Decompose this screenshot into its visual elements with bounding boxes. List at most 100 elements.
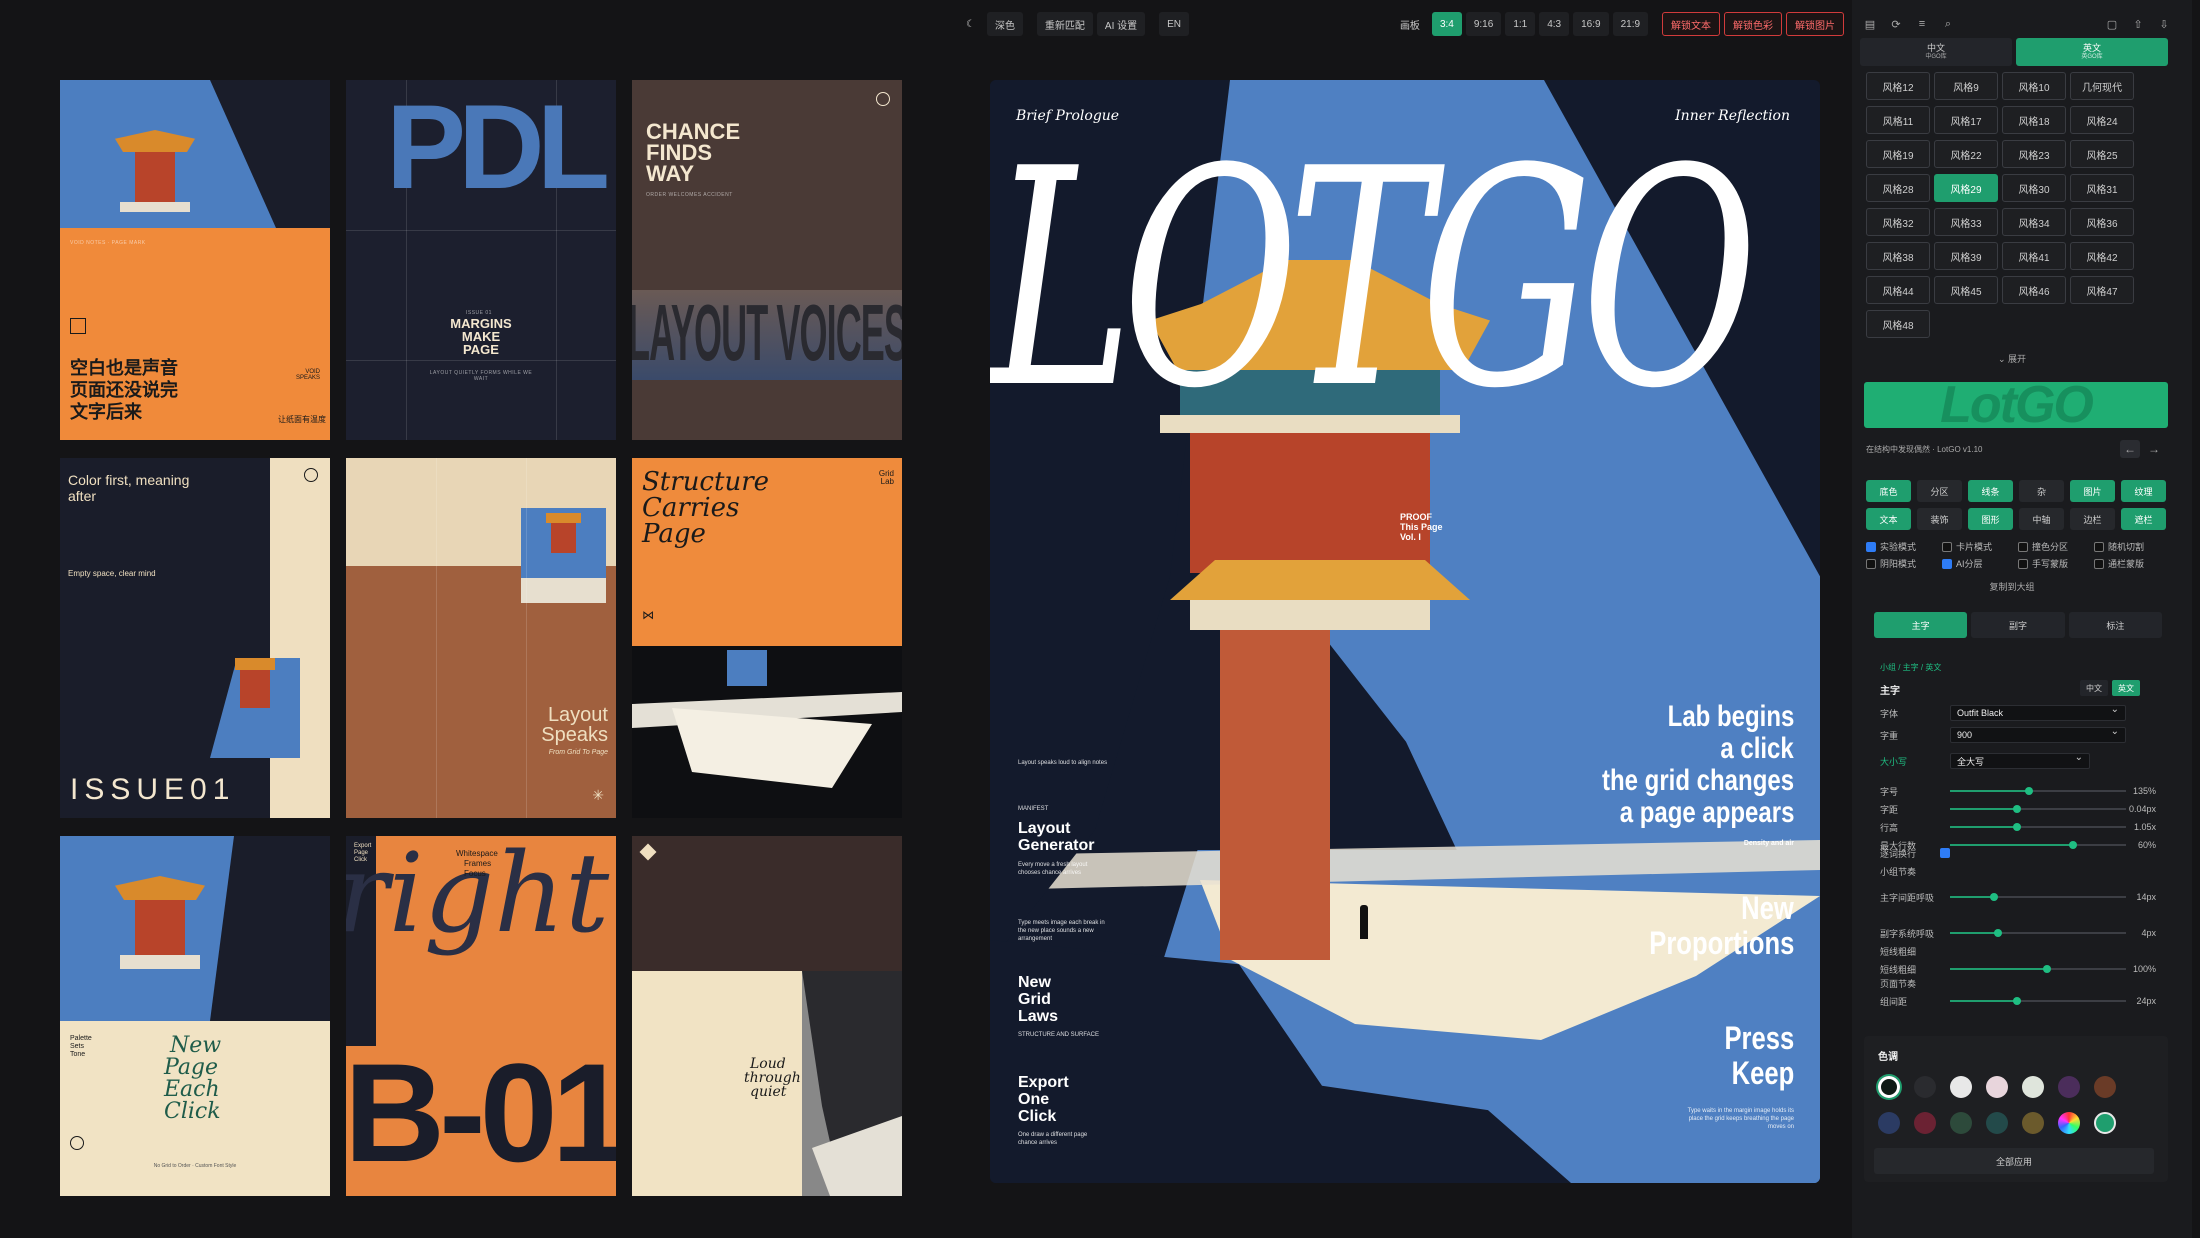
eyedropper-icon[interactable] bbox=[2094, 1112, 2116, 1134]
color-swatch[interactable] bbox=[2094, 1076, 2116, 1098]
expand-button[interactable]: ⌄ 展开 bbox=[1852, 352, 2172, 365]
file-icon[interactable]: ▢ bbox=[2102, 14, 2122, 34]
style-option[interactable]: 风格41 bbox=[2002, 242, 2066, 270]
layer-toggle[interactable]: 图形 bbox=[1968, 508, 2013, 530]
ratio-9-16[interactable]: 9:16 bbox=[1465, 12, 1502, 36]
slider-track[interactable] bbox=[1950, 823, 2126, 831]
style-option[interactable]: 风格48 bbox=[1866, 310, 1930, 338]
upload-icon[interactable]: ⇧ bbox=[2128, 14, 2148, 34]
apply-all-button[interactable]: 全部应用 bbox=[1874, 1148, 2154, 1174]
style-option[interactable]: 风格38 bbox=[1866, 242, 1930, 270]
mode-checkbox[interactable]: 撞色分区 bbox=[2018, 540, 2090, 553]
slider-track[interactable] bbox=[1950, 893, 2126, 901]
style-option[interactable]: 风格31 bbox=[2070, 174, 2134, 202]
weight-select[interactable]: 900 bbox=[1950, 726, 2126, 743]
slider-track[interactable] bbox=[1950, 805, 2126, 813]
tab-main-type[interactable]: 主字 bbox=[1874, 612, 1968, 638]
slider-knob[interactable] bbox=[2012, 823, 2021, 831]
color-swatch[interactable] bbox=[1878, 1112, 1900, 1134]
style-option[interactable]: 风格39 bbox=[1934, 242, 1998, 270]
menu-icon[interactable]: ≡ bbox=[1912, 14, 1932, 34]
ratio-16-9[interactable]: 16:9 bbox=[1573, 12, 1609, 36]
color-swatch[interactable] bbox=[1914, 1076, 1936, 1098]
mode-checkbox[interactable]: 卡片模式 bbox=[1942, 540, 2014, 553]
slider-knob[interactable] bbox=[1990, 893, 1998, 901]
next-arrow-icon[interactable]: → bbox=[2144, 440, 2164, 458]
color-swatch[interactable] bbox=[2022, 1112, 2044, 1134]
style-option[interactable]: 风格29 bbox=[1934, 174, 1998, 202]
ratio-21-9[interactable]: 21:9 bbox=[1612, 12, 1649, 36]
style-option[interactable]: 风格42 bbox=[2070, 242, 2134, 270]
layer-toggle[interactable]: 底色 bbox=[1866, 480, 1911, 502]
style-option[interactable]: 风格19 bbox=[1866, 140, 1930, 168]
layer-toggle[interactable]: 分区 bbox=[1917, 480, 1962, 502]
style-option[interactable]: 风格17 bbox=[1934, 106, 1998, 134]
layer-toggle[interactable]: 杂 bbox=[2019, 480, 2064, 502]
style-option[interactable]: 风格30 bbox=[2002, 174, 2066, 202]
color-swatch[interactable] bbox=[1950, 1112, 1972, 1134]
style-option[interactable]: 风格12 bbox=[1866, 72, 1930, 100]
template-card-3[interactable]: CHANCE FINDS WAY ORDER WELCOMES ACCIDENT… bbox=[632, 80, 902, 440]
ratio-3-4[interactable]: 3:4 bbox=[1431, 12, 1462, 36]
ratio-1-1[interactable]: 1:1 bbox=[1505, 12, 1536, 36]
search-icon[interactable]: ⌕ bbox=[1938, 14, 1958, 34]
tab-en-library[interactable]: 英文 英GO库 bbox=[2016, 38, 2168, 66]
slider-knob[interactable] bbox=[2025, 787, 2034, 795]
template-card-4[interactable]: Color first, meaning after Empty space, … bbox=[60, 458, 330, 818]
custom-color-swatch[interactable] bbox=[2058, 1112, 2080, 1134]
font-select[interactable]: Outfit Black bbox=[1950, 704, 2126, 721]
color-swatch[interactable] bbox=[1914, 1112, 1936, 1134]
style-option[interactable]: 风格23 bbox=[2002, 140, 2066, 168]
template-card-2[interactable]: PDL ISSUE 01 MARGINS MAKE PAGE LAYOUT QU… bbox=[346, 80, 616, 440]
tab-cn[interactable]: 中文 bbox=[2080, 680, 2108, 696]
style-option[interactable]: 风格25 bbox=[2070, 140, 2134, 168]
style-option[interactable]: 风格28 bbox=[1866, 174, 1930, 202]
slider-track[interactable] bbox=[1950, 787, 2126, 795]
style-option[interactable]: 风格45 bbox=[1934, 276, 1998, 304]
unlock-color-button[interactable]: 解锁色彩 bbox=[1724, 12, 1783, 36]
color-swatch[interactable] bbox=[2022, 1076, 2044, 1098]
checkbox-box[interactable] bbox=[2094, 541, 2104, 552]
slider-knob[interactable] bbox=[2012, 805, 2021, 813]
mode-checkbox[interactable]: 实验模式 bbox=[1866, 540, 1938, 553]
refresh-icon[interactable]: ⟳ bbox=[1886, 14, 1906, 34]
mode-checkbox[interactable]: 随机切割 bbox=[2094, 540, 2166, 553]
style-option[interactable]: 风格10 bbox=[2002, 72, 2066, 100]
color-swatch[interactable] bbox=[2058, 1076, 2080, 1098]
tab-cn-library[interactable]: 中文 中GO库 bbox=[1860, 38, 2012, 66]
unlock-image-button[interactable]: 解锁图片 bbox=[1786, 12, 1845, 36]
tab-annotation[interactable]: 标注 bbox=[2068, 612, 2162, 638]
ai-settings-button[interactable]: AI 设置 bbox=[1096, 12, 1146, 36]
style-option[interactable]: 风格11 bbox=[1866, 106, 1930, 134]
slider-track[interactable] bbox=[1950, 997, 2126, 1005]
style-option[interactable]: 风格44 bbox=[1866, 276, 1930, 304]
checkbox-box[interactable] bbox=[2094, 558, 2104, 569]
template-card-6[interactable]: Structure Carries Page Grid Lab ⋈ bbox=[632, 458, 902, 818]
layer-toggle[interactable]: 纹理 bbox=[2121, 480, 2166, 502]
mode-checkbox[interactable]: 阴阳模式 bbox=[1866, 557, 1938, 570]
color-swatch[interactable] bbox=[1878, 1076, 1900, 1098]
template-card-1[interactable]: VOID NOTES · PAGE MARK 空白也是声音 页面还没说完 文字后… bbox=[60, 80, 330, 440]
style-option[interactable]: 风格9 bbox=[1934, 72, 1998, 100]
style-option[interactable]: 风格32 bbox=[1866, 208, 1930, 236]
layer-toggle[interactable]: 装饰 bbox=[1917, 508, 1962, 530]
copy-to-group-link[interactable]: 复制到大组 bbox=[1852, 580, 2172, 593]
slider-track[interactable] bbox=[1950, 965, 2126, 973]
style-option[interactable]: 风格46 bbox=[2002, 276, 2066, 304]
layer-toggle[interactable]: 文本 bbox=[1866, 508, 1911, 530]
style-option[interactable]: 风格18 bbox=[2002, 106, 2066, 134]
slider-knob[interactable] bbox=[2012, 997, 2021, 1005]
color-swatch[interactable] bbox=[1986, 1076, 2008, 1098]
template-card-7[interactable]: New Page Each Click Palette Sets Tone No… bbox=[60, 836, 330, 1196]
template-card-8[interactable]: right Whitespace Frames Focus Export Pag… bbox=[346, 836, 616, 1196]
style-option[interactable]: 风格34 bbox=[2002, 208, 2066, 236]
wrap-checkbox[interactable] bbox=[1940, 848, 1950, 858]
style-option[interactable]: 风格36 bbox=[2070, 208, 2134, 236]
theme-toggle[interactable]: 深色 bbox=[986, 12, 1023, 36]
download-icon[interactable]: ⇩ bbox=[2154, 14, 2174, 34]
slider-track[interactable] bbox=[1950, 929, 2126, 937]
doc-icon[interactable]: ▤ bbox=[1860, 14, 1880, 34]
template-card-9[interactable]: Loud through quiet bbox=[632, 836, 902, 1196]
layer-toggle[interactable]: 遮栏 bbox=[2121, 508, 2166, 530]
tab-en[interactable]: 英文 bbox=[2112, 680, 2140, 696]
